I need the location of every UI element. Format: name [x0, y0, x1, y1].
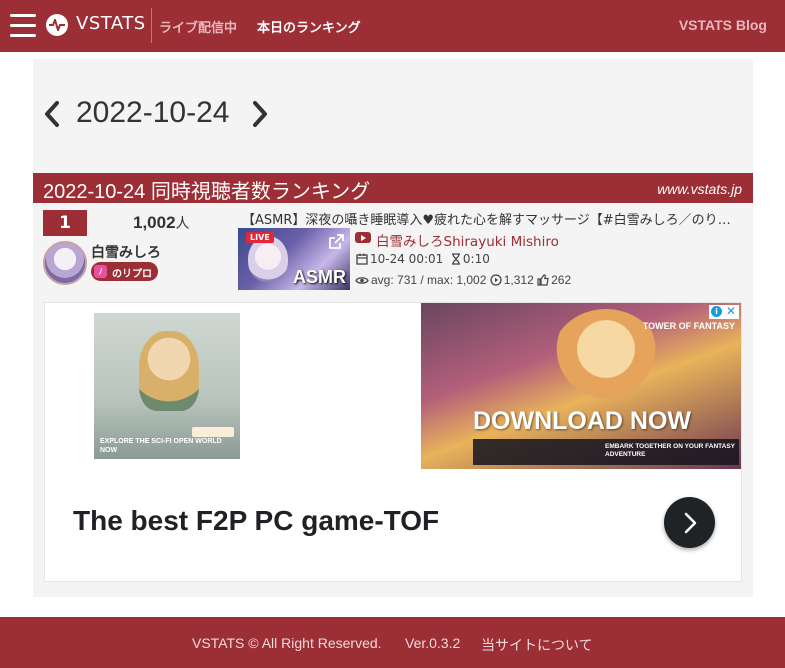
- advertisement[interactable]: EXPLORE THE SCI-FI OPEN WORLD NOW TOWER …: [44, 302, 742, 582]
- play-icon: [490, 274, 502, 289]
- agency-icon: ﾉ: [94, 265, 107, 278]
- start-time: 10-24 00:01: [370, 252, 444, 266]
- thumbs-up-icon: [537, 274, 549, 289]
- viewers-unit: 人: [175, 215, 190, 231]
- ad-image-left[interactable]: EXPLORE THE SCI-FI OPEN WORLD NOW: [94, 313, 240, 459]
- copyright: VSTATS © All Right Reserved.: [192, 635, 382, 651]
- prev-date-icon[interactable]: [43, 96, 63, 132]
- ad-brand-logo: TOWER OF FANTASY: [642, 321, 735, 331]
- ad-character-image: [139, 331, 199, 411]
- rank-number: 1: [43, 210, 87, 236]
- youtube-icon: [355, 232, 371, 243]
- next-date-icon[interactable]: [251, 96, 271, 132]
- footer: VSTATS © All Right Reserved. Ver.0.3.2 当…: [0, 617, 785, 668]
- current-date: 2022-10-24: [76, 96, 230, 129]
- site-url: www.vstats.jp: [657, 181, 742, 197]
- menu-icon[interactable]: [10, 14, 36, 38]
- stream-time-info: 10-24 00:01 0:10: [356, 252, 490, 268]
- ad-strip-text: EMBARK TOGETHER ON YOUR FANTASY ADVENTUR…: [605, 443, 735, 458]
- view-count: 1,312: [503, 273, 534, 287]
- stream-thumbnail[interactable]: LIVE ASMR: [238, 228, 350, 290]
- ad-image-right[interactable]: TOWER OF FANTASY DOWNLOAD NOW EMBARK TOG…: [421, 303, 741, 469]
- top-navbar: VSTATS ライブ配信中 本日のランキング VSTATS Blog: [0, 0, 785, 52]
- ranking-header: 2022-10-24 同時視聴者数ランキング www.vstats.jp: [33, 173, 753, 203]
- peak-viewers: 1,002人: [133, 213, 190, 233]
- external-link-icon[interactable]: [328, 234, 344, 250]
- ad-store-strip: EMBARK TOGETHER ON YOUR FANTASY ADVENTUR…: [473, 439, 739, 465]
- nav-divider: [151, 8, 152, 43]
- stream-stats: avg: 731 / max: 1,002 1,312 262: [355, 273, 571, 289]
- like-count: 262: [551, 273, 572, 287]
- ad-headline[interactable]: The best F2P PC game-TOF: [73, 505, 439, 537]
- ad-download-mini-button: [192, 427, 234, 437]
- thumbnail-text: ASMR: [293, 267, 346, 287]
- avg-max-viewers: avg: 731 / max: 1,002: [371, 273, 487, 287]
- hourglass-icon: [451, 253, 461, 268]
- agency-badge[interactable]: ﾉ のリプロ: [91, 262, 158, 281]
- nav-live-link[interactable]: ライブ配信中: [159, 17, 237, 36]
- nav-blog-link[interactable]: VSTATS Blog: [679, 17, 767, 33]
- streamer-avatar[interactable]: [43, 241, 87, 285]
- vstats-logo-icon[interactable]: [46, 14, 68, 36]
- brand-name[interactable]: VSTATS: [76, 13, 146, 34]
- ranking-title: 2022-10-24 同時視聴者数ランキング: [43, 181, 371, 203]
- ad-download-text: DOWNLOAD NOW: [473, 407, 692, 435]
- ad-arrow-button[interactable]: [664, 497, 715, 548]
- channel-link[interactable]: 白雪みしろShirayuki Mishiro: [376, 230, 559, 250]
- about-link[interactable]: 当サイトについて: [481, 635, 593, 655]
- version: Ver.0.3.2: [405, 635, 461, 651]
- duration: 0:10: [462, 252, 490, 266]
- agency-label: のリプロ: [112, 269, 152, 280]
- eye-icon: [355, 275, 369, 289]
- nav-ranking-link[interactable]: 本日のランキング: [257, 17, 361, 36]
- stream-title[interactable]: 【ASMR】深夜の囁き睡眠導入♥疲れた心を解すマッサージ【#白雪みしろ／のりプロ…: [242, 209, 734, 228]
- ad-choices-icon[interactable]: i ✕: [709, 304, 739, 319]
- live-badge: LIVE: [246, 232, 274, 243]
- ad-left-tagline: EXPLORE THE SCI-FI OPEN WORLD NOW: [100, 438, 222, 454]
- streamer-name[interactable]: 白雪みしろ: [91, 242, 161, 262]
- viewers-count: 1,002: [133, 213, 176, 232]
- calendar-icon: [356, 253, 368, 268]
